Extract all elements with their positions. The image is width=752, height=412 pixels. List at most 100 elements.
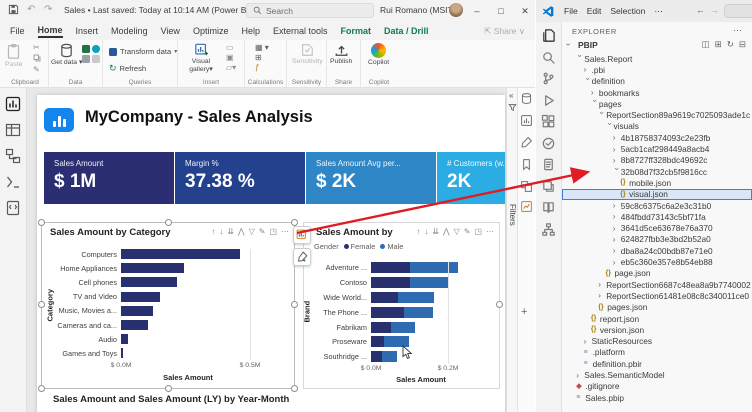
selection-handle[interactable] [165, 219, 172, 226]
more-options-icon[interactable]: ⋯ [281, 228, 289, 236]
tree-folder[interactable]: ›definition [562, 76, 752, 87]
menu-item-format[interactable]: Format [341, 26, 372, 36]
tree-folder[interactable]: ›.pbi [562, 64, 752, 75]
dax-query-view-icon[interactable] [5, 174, 22, 191]
menu-item-external-tools[interactable]: External tools [273, 26, 328, 36]
tree-folder[interactable]: ›StaticResources [562, 336, 752, 347]
new-measure-icon[interactable]: ▦ ▾ [255, 44, 269, 52]
tree-folder[interactable]: ›32b08d7f32cb5f9816cc [562, 166, 752, 177]
tree-folder[interactable]: ›5acb1caf298449a8acb4 [562, 143, 752, 154]
bar-segment-male[interactable] [404, 307, 433, 318]
onelake-source-icon[interactable] [92, 45, 100, 53]
on-object-format-button[interactable] [293, 248, 311, 266]
bar-segment-female[interactable] [371, 262, 410, 273]
text-box-icon[interactable]: ▭ [226, 44, 236, 52]
tree-folder[interactable]: ›59c8c6375c6a2e3c31b0 [562, 200, 752, 211]
selection-handle[interactable] [38, 219, 45, 226]
focus-mode-icon[interactable]: ◳ [269, 228, 277, 236]
extensions-icon[interactable] [541, 114, 557, 130]
tree-file[interactable]: {}visual.json [562, 189, 752, 200]
excel-source-icon[interactable] [82, 45, 90, 53]
bar[interactable] [121, 306, 153, 316]
report-page[interactable]: MyCompany - Sales Analysis Sales Amount$… [37, 95, 505, 412]
filter-icon[interactable]: ▽ [454, 228, 460, 236]
filter-icon[interactable]: ▽ [249, 228, 255, 236]
expand-all-icon[interactable]: ⋀ [443, 228, 450, 236]
user-avatar[interactable] [449, 3, 463, 17]
tree-file[interactable]: {}pages.json [562, 302, 752, 313]
tmdl-view-icon[interactable] [5, 200, 22, 217]
expand-pane-icon[interactable]: « [509, 91, 513, 100]
data-pane-icon[interactable] [520, 92, 534, 106]
tree-file[interactable]: ≡definition.pbir [562, 358, 752, 369]
testing-icon[interactable] [541, 136, 557, 152]
menu-item-modeling[interactable]: Modeling [111, 26, 148, 36]
format-painter-icon[interactable]: ✎ [33, 66, 41, 74]
expand-next-level-icon[interactable]: ⇊ [227, 228, 234, 236]
tree-folder[interactable]: ›bookmarks [562, 87, 752, 98]
tree-folder[interactable]: ›ReportSection6687c48ea8a9b7740002 [562, 279, 752, 290]
undo-icon[interactable]: ↶ [27, 4, 35, 15]
tree-file[interactable]: ◆.gitignore [562, 381, 752, 392]
tree-folder[interactable]: ›visuals [562, 121, 752, 132]
expand-all-icon[interactable]: ⋀ [238, 228, 245, 236]
selection-handle[interactable] [38, 301, 45, 308]
menu-item-home[interactable]: Home [38, 25, 63, 38]
drill-down-icon[interactable]: ↓ [219, 228, 223, 236]
report-view-icon[interactable] [5, 96, 22, 113]
table-view-icon[interactable] [5, 122, 22, 139]
tree-folder[interactable]: ›3641d5ce63678e76a370 [562, 223, 752, 234]
bar[interactable] [121, 320, 148, 330]
menu-item-data-drill[interactable]: Data / Drill [384, 26, 429, 36]
bar[interactable] [121, 263, 184, 273]
bar-segment-female[interactable] [371, 336, 384, 347]
tree-folder[interactable]: ›ReportSection61481e08c8c340011ce0 [562, 290, 752, 301]
edit-icon[interactable]: ✎ [464, 228, 471, 236]
bar-segment-male[interactable] [410, 277, 448, 288]
tree-folder[interactable]: ›Sales.SemanticModel [562, 369, 752, 380]
publish-button[interactable]: Publish [330, 43, 352, 66]
menu-item-optimize[interactable]: Optimize [193, 26, 229, 36]
redo-icon[interactable]: ↷ [44, 4, 52, 15]
image-icon[interactable]: ▣ [226, 54, 236, 62]
tree-folder[interactable]: ›Sales.Report [562, 53, 752, 64]
tree-file[interactable]: {}version.json [562, 324, 752, 335]
on-object-add-visual-button[interactable] [293, 226, 311, 244]
bar-segment-male[interactable] [391, 322, 415, 333]
menu-item-file[interactable]: File [10, 26, 25, 36]
maximize-button[interactable]: □ [490, 0, 512, 22]
book-icon[interactable] [541, 200, 557, 216]
expand-next-level-icon[interactable]: ⇊ [432, 228, 439, 236]
menu-item-view[interactable]: View [161, 26, 180, 36]
focus-mode-icon[interactable]: ◳ [474, 228, 482, 236]
tree-file[interactable]: ≡Sales.pbip [562, 392, 752, 403]
quick-measure-icon[interactable]: ⊞ [255, 54, 269, 62]
recent-sources-icon[interactable] [92, 55, 100, 63]
tree-file[interactable]: {}report.json [562, 313, 752, 324]
new-calculation-icon[interactable]: ƒ [255, 64, 269, 72]
model-view-icon[interactable] [5, 148, 22, 165]
paste-button[interactable]: Paste [5, 43, 22, 69]
copy-icon[interactable] [33, 54, 41, 64]
copilot-button[interactable]: Copilot [368, 43, 389, 67]
bar[interactable] [121, 348, 123, 358]
legend-item-female[interactable]: Female [344, 242, 376, 251]
bar[interactable] [121, 249, 240, 259]
performance-pane-icon[interactable] [520, 200, 534, 214]
tree-folder[interactable]: ›484fbdd73143c5bf71fa [562, 211, 752, 222]
tree-folder[interactable]: ›pages [562, 98, 752, 109]
bar-segment-male[interactable] [382, 351, 397, 362]
bar-segment-female[interactable] [371, 351, 382, 362]
tree-file[interactable]: {}page.json [562, 268, 752, 279]
tree-folder[interactable]: ›624827fbb3e3bd2b52a0 [562, 234, 752, 245]
close-button[interactable]: ✕ [514, 0, 536, 22]
add-pane-icon[interactable]: + [521, 306, 527, 318]
drill-up-icon[interactable]: ↑ [211, 228, 215, 236]
menu-item-insert[interactable]: Insert [76, 26, 99, 36]
build-visual-pane-icon[interactable] [520, 114, 534, 128]
selection-handle[interactable] [291, 385, 298, 392]
layers-icon[interactable] [541, 179, 557, 195]
bar-segment-male[interactable] [410, 262, 458, 273]
selection-handle[interactable] [496, 301, 503, 308]
more-options-icon[interactable]: ⋯ [486, 228, 494, 236]
